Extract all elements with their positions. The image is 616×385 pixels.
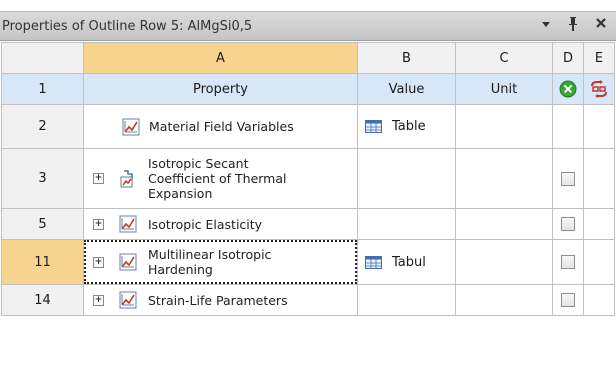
value-header: Value [357, 73, 456, 105]
panel-titlebar: Properties of Outline Row 5: AlMgSi0,5 [0, 11, 616, 41]
property-cell[interactable]: + Multilinear Isotropic Hardening [83, 239, 358, 285]
dropdown-icon[interactable] [537, 16, 555, 36]
link-cell [583, 104, 615, 149]
suppress-cell [552, 148, 584, 209]
suppress-cell [552, 284, 584, 316]
table-icon [365, 120, 382, 133]
table-row[interactable]: 11 + Multilinear Isotropic Hardening Tab… [1, 239, 615, 285]
column-header-c[interactable]: C [455, 42, 553, 74]
column-header-e[interactable]: E [583, 42, 615, 74]
column-header-b[interactable]: B [357, 42, 456, 74]
suppress-checkbox[interactable] [561, 255, 575, 269]
row-number: 5 [1, 208, 84, 240]
chart-icon [119, 291, 137, 309]
table-row[interactable]: 5 + Isotropic Elasticity [1, 208, 615, 240]
suppress-header [552, 73, 584, 105]
value-cell[interactable]: Tabul [357, 239, 456, 285]
table-row: 1 Property Value Unit [1, 73, 615, 105]
properties-panel: Properties of Outline Row 5: AlMgSi0,5 A… [0, 11, 616, 385]
secant-coefficient-icon [120, 169, 133, 187]
corner-cell [1, 42, 84, 74]
value-cell[interactable]: Table [357, 104, 456, 149]
suppress-cell [552, 208, 584, 240]
table-row[interactable]: 2 Material Field Variables Table [1, 104, 615, 149]
link-cell [583, 239, 615, 285]
property-cell[interactable]: + Isotropic Elasticity [83, 208, 358, 240]
pin-icon[interactable] [564, 16, 582, 36]
table-row[interactable]: 14 + Strain-Life Parameters [1, 284, 615, 316]
suppress-cell [552, 239, 584, 285]
link-cell [583, 208, 615, 240]
value-cell[interactable] [357, 208, 456, 240]
property-header: Property [83, 73, 358, 105]
table-chart-icon [122, 118, 140, 135]
link-cell [583, 148, 615, 209]
value-label: Table [392, 119, 426, 134]
table-row[interactable]: 3 + Isotropic Secant Coefficient of Ther… [1, 148, 615, 209]
unit-cell[interactable] [455, 104, 553, 149]
suppress-checkbox[interactable] [561, 217, 575, 231]
expand-icon[interactable]: + [93, 218, 104, 230]
table-icon [365, 255, 382, 269]
property-label: Isotropic Secant Coefficient of Thermal … [148, 156, 287, 201]
suppress-cell [552, 104, 584, 149]
property-label: Multilinear Isotropic Hardening [148, 247, 272, 277]
red-link-arrows-icon [591, 80, 607, 98]
expand-icon[interactable]: + [93, 294, 104, 306]
property-cell[interactable]: + Isotropic Secant Coefficient of Therma… [83, 148, 358, 209]
property-label: Material Field Variables [149, 119, 294, 134]
property-cell[interactable]: Material Field Variables [83, 104, 358, 149]
row-number: 3 [1, 148, 84, 209]
suppress-checkbox[interactable] [561, 171, 575, 186]
panel-title: Properties of Outline Row 5: AlMgSi0,5 [2, 19, 253, 34]
column-header-row: A B C D E [1, 42, 615, 74]
value-cell[interactable] [357, 284, 456, 316]
link-header [583, 73, 615, 105]
chart-icon [119, 215, 137, 233]
green-circle-x-icon [559, 80, 577, 98]
property-cell[interactable]: + Strain-Life Parameters [83, 284, 358, 316]
column-header-d[interactable]: D [552, 42, 584, 74]
properties-grid: A B C D E 1 Property Value Unit 2 Materi… [1, 42, 615, 316]
column-header-a[interactable]: A [83, 42, 358, 74]
value-label: Tabul [392, 254, 426, 270]
expand-icon[interactable]: + [93, 173, 104, 184]
top-strip [0, 0, 616, 11]
row-number: 11 [1, 239, 84, 285]
close-icon[interactable] [592, 16, 610, 36]
suppress-checkbox[interactable] [561, 293, 575, 307]
unit-cell[interactable] [455, 208, 553, 240]
row-number: 2 [1, 104, 84, 149]
unit-cell[interactable] [455, 284, 553, 316]
link-cell [583, 284, 615, 316]
chart-icon [119, 253, 137, 271]
property-label: Isotropic Elasticity [148, 216, 263, 232]
unit-cell[interactable] [455, 239, 553, 285]
value-cell[interactable] [357, 148, 456, 209]
expand-icon[interactable]: + [93, 256, 104, 268]
row-number: 14 [1, 284, 84, 316]
row-number: 1 [1, 73, 84, 105]
unit-header: Unit [455, 73, 553, 105]
property-label: Strain-Life Parameters [148, 292, 288, 308]
unit-cell[interactable] [455, 148, 553, 209]
